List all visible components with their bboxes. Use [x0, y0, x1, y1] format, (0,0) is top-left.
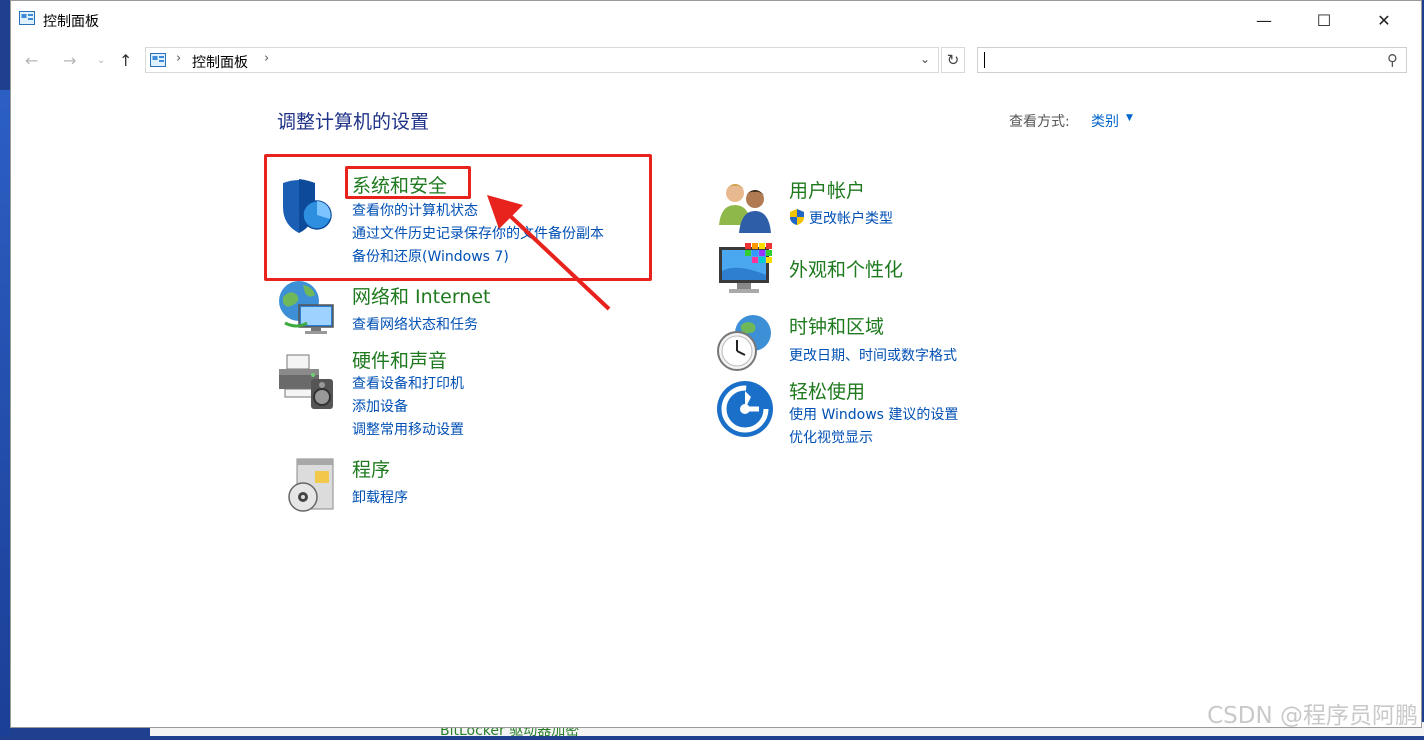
page-title: 调整计算机的设置 [277, 111, 430, 133]
category-system-security[interactable]: 系统和安全 [352, 171, 447, 198]
desktop-background [0, 90, 10, 736]
category-ease-of-access[interactable]: 轻松使用 [789, 377, 865, 404]
breadcrumb-control-panel[interactable]: 控制面板 [192, 52, 248, 72]
category-network-internet[interactable]: 网络和 Internet [352, 282, 490, 309]
uac-shield-icon [790, 209, 804, 225]
printer-speaker-icon[interactable] [277, 353, 337, 413]
arrow-left-icon[interactable]: ← [25, 51, 38, 70]
monitor-palette-icon[interactable] [717, 241, 777, 301]
close-button[interactable]: ✕ [1355, 1, 1413, 39]
link-uninstall-program[interactable]: 卸载程序 [352, 487, 408, 507]
link-change-account-type[interactable]: 更改帐户类型 [809, 208, 893, 228]
text-caret [984, 52, 985, 68]
clock-globe-icon[interactable] [715, 313, 775, 373]
ease-of-access-icon[interactable] [715, 379, 775, 439]
arrow-up-icon[interactable]: ↑ [119, 51, 132, 70]
link-recommended-settings[interactable]: 使用 Windows 建议的设置 [789, 404, 958, 424]
view-by-dropdown[interactable]: 类别 [1091, 111, 1119, 131]
chevron-right-icon[interactable]: › [264, 51, 269, 66]
search-icon[interactable]: ⚲ [1387, 51, 1398, 69]
refresh-button[interactable]: ↻ [941, 47, 965, 73]
control-panel-icon [19, 11, 35, 25]
address-dropdown-icon[interactable]: ⌄ [920, 52, 930, 66]
csdn-watermark: CSDN @程序员阿鹏 [1207, 703, 1418, 729]
category-programs[interactable]: 程序 [352, 455, 390, 482]
link-network-status[interactable]: 查看网络状态和任务 [352, 314, 478, 334]
refresh-icon: ↻ [946, 51, 960, 69]
search-input[interactable]: ⚲ [977, 47, 1407, 73]
category-hardware-sound[interactable]: 硬件和声音 [352, 346, 447, 373]
chevron-right-icon[interactable]: › [176, 51, 181, 66]
minimize-button[interactable]: — [1235, 1, 1293, 39]
link-file-history-backup[interactable]: 通过文件历史记录保存你的文件备份副本 [352, 223, 604, 243]
maximize-button[interactable]: ☐ [1295, 1, 1353, 39]
navigation-bar: ← → ⌄ ↑ › 控制面板 › ⌄ ↻ ⚲ [11, 45, 1421, 75]
window-title: 控制面板 [43, 14, 99, 30]
network-globe-icon[interactable] [277, 279, 337, 339]
control-panel-window: 控制面板 — ☐ ✕ ← → ⌄ ↑ › 控制面板 › ⌄ ↻ ⚲ 调整计算机的… [10, 0, 1422, 728]
view-by-label: 查看方式: [1009, 114, 1070, 130]
programs-disc-icon[interactable] [283, 457, 343, 517]
address-bar[interactable]: › 控制面板 › ⌄ [145, 47, 939, 73]
control-panel-icon [150, 53, 166, 67]
link-add-device[interactable]: 添加设备 [352, 396, 408, 416]
link-backup-restore[interactable]: 备份和还原(Windows 7) [352, 246, 509, 266]
link-devices-printers[interactable]: 查看设备和打印机 [352, 373, 464, 393]
chevron-down-icon[interactable]: ⌄ [97, 55, 105, 66]
arrow-right-icon[interactable]: → [63, 51, 76, 70]
link-change-date-time-format[interactable]: 更改日期、时间或数字格式 [789, 345, 957, 365]
category-appearance-personalization[interactable]: 外观和个性化 [789, 255, 903, 282]
chevron-down-icon[interactable]: ▼ [1126, 113, 1133, 123]
category-user-accounts[interactable]: 用户帐户 [789, 176, 865, 203]
link-view-computer-status[interactable]: 查看你的计算机状态 [352, 200, 478, 220]
title-bar[interactable]: 控制面板 — ☐ ✕ [11, 1, 1421, 39]
link-optimize-visual-display[interactable]: 优化视觉显示 [789, 427, 873, 447]
category-clock-region[interactable]: 时钟和区域 [789, 312, 884, 339]
users-icon[interactable] [717, 177, 777, 237]
shield-icon[interactable] [277, 177, 337, 237]
link-mobility-settings[interactable]: 调整常用移动设置 [352, 419, 464, 439]
